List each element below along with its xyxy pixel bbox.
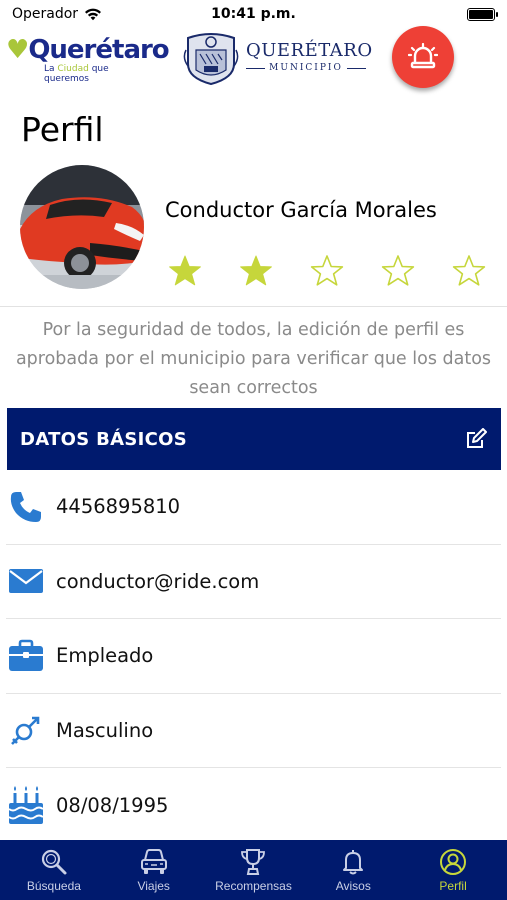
star-filled-icon <box>169 255 201 286</box>
profile-edit-notice: Por la seguridad de todos, la edición de… <box>15 320 492 398</box>
carrier-label: Operador <box>12 6 79 22</box>
star-empty-icon <box>310 255 344 286</box>
birthdate-value: 08/08/1995 <box>56 793 169 817</box>
tab-avisos[interactable]: Avisos <box>303 840 403 900</box>
search-icon <box>39 847 69 877</box>
briefcase-icon <box>6 636 46 676</box>
gender-icon <box>6 710 46 750</box>
tab-label: Viajes <box>137 879 170 893</box>
tab-busqueda[interactable]: Búsqueda <box>4 840 104 900</box>
municipio-logo: QUERÉTARO MUNICIPIO <box>246 40 373 76</box>
basic-data-list: 4456895810 conductor@ride.com Empleado M… <box>0 470 507 843</box>
list-item-birthdate: 08/08/1995 <box>6 768 501 843</box>
page-title: Perfil <box>21 110 104 149</box>
driver-name: Conductor García Morales <box>165 198 437 222</box>
tab-label: Búsqueda <box>26 879 81 893</box>
star-filled-icon <box>240 255 272 286</box>
mail-icon <box>6 561 46 601</box>
wifi-icon <box>85 8 102 21</box>
bottom-tab-bar: Búsqueda Viajes Recompensas Avisos Perfi… <box>0 840 507 900</box>
city-logo-wordmark: ♥Querétaro <box>6 35 170 65</box>
phone-icon <box>6 487 46 527</box>
tab-viajes[interactable]: Viajes <box>104 840 204 900</box>
phone-value: 4456895810 <box>56 495 181 519</box>
star-empty-icon <box>452 255 486 286</box>
divider <box>0 306 507 307</box>
city-logo-tagline: La Ciudad que queremos <box>44 64 109 84</box>
rating-stars <box>168 254 486 288</box>
queretaro-city-logo: ♥Querétaro La Ciudad que queremos <box>6 35 170 84</box>
municipal-crest-icon <box>183 33 239 86</box>
gender-value: Masculino <box>56 718 154 742</box>
siren-icon <box>408 43 438 69</box>
profile-screen: Operador 10:41 p.m. ♥Querétaro La Ciudad… <box>0 0 507 900</box>
edit-profile-button[interactable] <box>463 426 489 452</box>
bell-icon <box>338 847 368 877</box>
tab-label: Perfil <box>439 879 467 893</box>
edit-icon <box>467 428 487 448</box>
trophy-icon <box>238 847 268 877</box>
municipio-logo-subtitle: MUNICIPIO <box>246 62 366 74</box>
car-photo-icon <box>20 165 144 289</box>
emergency-alert-button[interactable] <box>392 26 454 88</box>
municipio-logo-title: QUERÉTARO <box>246 40 373 61</box>
basic-data-section-header: DATOS BÁSICOS <box>7 408 501 470</box>
section-title: DATOS BÁSICOS <box>20 428 187 450</box>
occupation-value: Empleado <box>56 644 154 668</box>
user-icon <box>438 847 468 877</box>
tab-perfil[interactable]: Perfil <box>403 840 503 900</box>
car-icon <box>139 847 169 877</box>
email-value: conductor@ride.com <box>56 569 260 593</box>
tab-recompensas[interactable]: Recompensas <box>204 840 304 900</box>
battery-icon <box>467 7 498 21</box>
list-item-email: conductor@ride.com <box>6 545 501 619</box>
tab-label: Recompensas <box>215 879 292 893</box>
list-item-gender: Masculino <box>6 694 501 768</box>
status-left: Operador <box>12 6 102 22</box>
list-item-phone: 4456895810 <box>6 470 501 545</box>
tab-label: Avisos <box>335 879 371 893</box>
avatar[interactable] <box>20 165 144 289</box>
list-item-occupation: Empleado <box>6 619 501 694</box>
app-header: ♥Querétaro La Ciudad que queremos QUERÉT… <box>0 26 507 92</box>
birthday-cake-icon <box>6 785 46 825</box>
star-empty-icon <box>381 255 415 286</box>
status-bar: Operador 10:41 p.m. <box>0 0 507 28</box>
